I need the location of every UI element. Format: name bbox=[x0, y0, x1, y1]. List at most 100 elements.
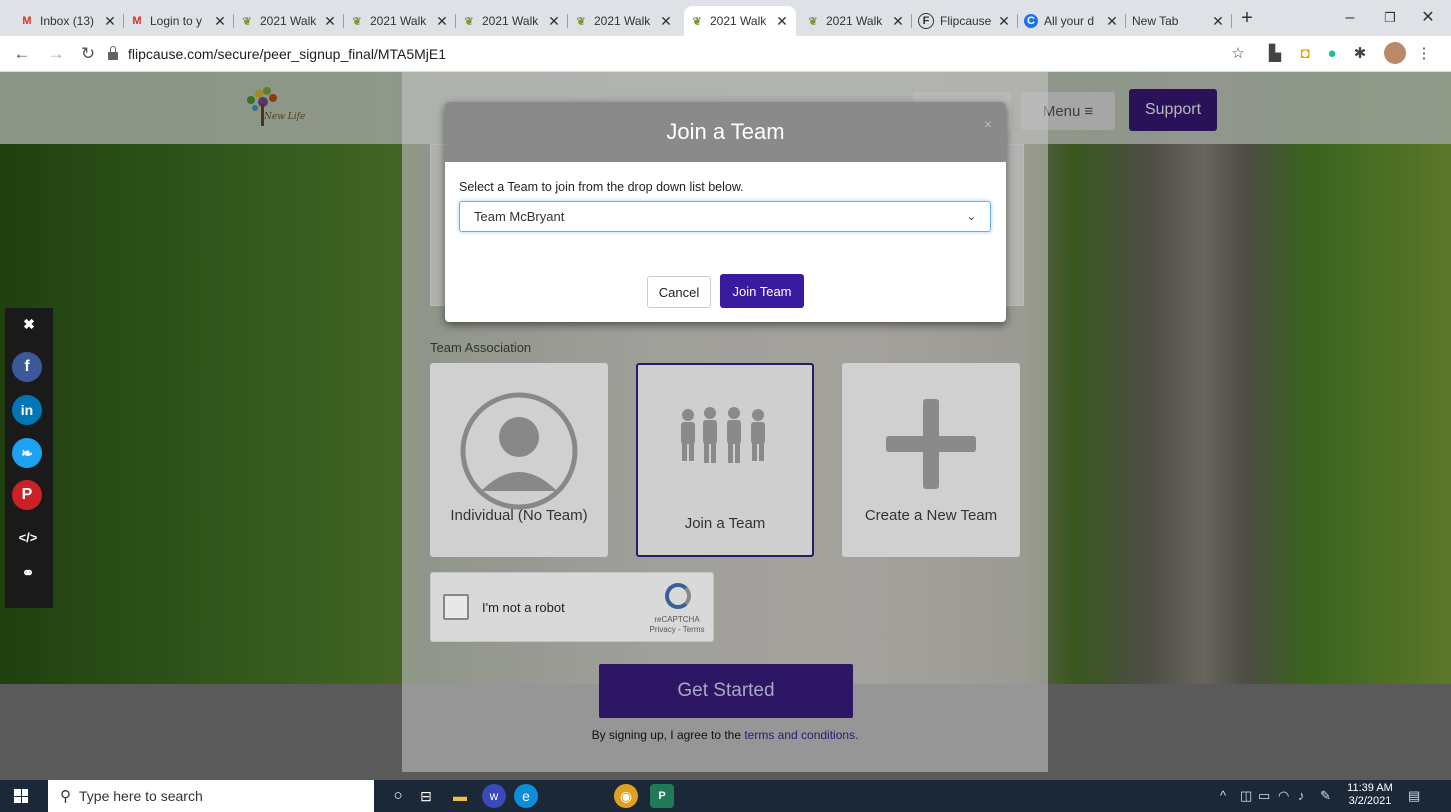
walk-favicon-icon: ❦ bbox=[352, 15, 362, 28]
twitter-icon[interactable]: ❧ bbox=[12, 438, 42, 468]
chevron-up-icon[interactable]: ^ bbox=[1220, 788, 1226, 803]
facebook-icon[interactable]: f bbox=[12, 352, 42, 382]
file-explorer-icon[interactable]: ▬ bbox=[448, 784, 472, 808]
edge-icon[interactable]: e bbox=[514, 784, 538, 808]
pen-icon[interactable]: ✎ bbox=[1320, 788, 1331, 804]
back-arrow-icon[interactable]: ← bbox=[10, 42, 34, 66]
app-w-icon[interactable]: w bbox=[482, 784, 506, 808]
grammarly-icon[interactable]: ● bbox=[1322, 44, 1342, 64]
recaptcha-label: I'm not a robot bbox=[482, 600, 565, 615]
tab-strip: M Inbox (13) ✕ M Login to y ✕ ❦ 2021 Wal… bbox=[0, 0, 1451, 36]
cortana-icon[interactable]: ○ bbox=[386, 784, 410, 808]
window-close-icon[interactable]: ✕ bbox=[1408, 6, 1448, 30]
tab-walk-4[interactable]: ❦ 2021 Walk ✕ bbox=[568, 6, 680, 36]
close-icon[interactable]: ✕ bbox=[774, 13, 790, 30]
minimize-icon[interactable]: – bbox=[1330, 6, 1370, 30]
close-icon[interactable]: ✕ bbox=[212, 13, 228, 30]
tab-title: Flipcause bbox=[940, 14, 992, 28]
tray-app-icon[interactable]: ◫ bbox=[1240, 788, 1252, 804]
terms-agreement: By signing up, I agree to the terms and … bbox=[402, 728, 1048, 742]
team-select[interactable]: Team McBryant ⌄ bbox=[459, 201, 991, 232]
close-icon[interactable]: ✕ bbox=[1104, 13, 1120, 30]
terms-prefix: By signing up, I agree to the bbox=[591, 728, 745, 742]
linkedin-icon[interactable]: in bbox=[12, 395, 42, 425]
chrome-icon[interactable]: ◉ bbox=[614, 784, 638, 808]
option-label: Individual (No Team) bbox=[450, 507, 588, 524]
tab-walk-2[interactable]: ❦ 2021 Walk ✕ bbox=[344, 6, 456, 36]
recaptcha-checkbox[interactable] bbox=[443, 594, 469, 620]
modal-close-icon[interactable]: × bbox=[984, 116, 992, 132]
clock-time: 11:39 AM bbox=[1347, 782, 1393, 794]
close-icon[interactable]: ✕ bbox=[322, 13, 338, 30]
recaptcha-widget: I'm not a robot reCAPTCHA Privacy - Term… bbox=[430, 572, 714, 642]
link-icon[interactable]: ⚭ bbox=[5, 564, 51, 582]
cancel-button[interactable]: Cancel bbox=[647, 276, 711, 308]
bookmark-star-icon[interactable]: ☆ bbox=[1228, 44, 1248, 64]
tab-title: 2021 Walk bbox=[482, 14, 539, 28]
address-bar[interactable]: flipcause.com/secure/peer_signup_final/M… bbox=[108, 41, 1218, 67]
extension-doc-icon[interactable]: ▙ bbox=[1265, 44, 1285, 64]
volume-icon[interactable]: ♪ bbox=[1298, 788, 1305, 803]
chevron-down-icon: ⌄ bbox=[966, 211, 976, 223]
close-icon[interactable]: ✕ bbox=[102, 13, 118, 30]
walk-favicon-icon: ❦ bbox=[692, 15, 702, 28]
close-icon[interactable]: ✕ bbox=[1210, 13, 1226, 30]
close-icon[interactable]: ✖ bbox=[5, 316, 53, 333]
tab-inbox[interactable]: M Inbox (13) ✕ bbox=[14, 6, 124, 36]
forward-arrow-icon[interactable]: → bbox=[44, 42, 68, 66]
chrome-menu-icon[interactable]: ⋮ bbox=[1414, 44, 1434, 64]
reload-icon[interactable]: ↻ bbox=[76, 42, 100, 66]
tab-allyour[interactable]: C All your d ✕ bbox=[1018, 6, 1126, 36]
tab-newtab[interactable]: New Tab ✕ bbox=[1126, 6, 1232, 36]
extension-shopping-icon[interactable]: ◘ bbox=[1295, 44, 1315, 64]
recaptcha-links[interactable]: Privacy - Terms bbox=[649, 625, 705, 635]
close-icon[interactable]: ✕ bbox=[546, 13, 562, 30]
url-text: flipcause.com/secure/peer_signup_final/M… bbox=[128, 46, 447, 62]
extensions-puzzle-icon[interactable]: ✱ bbox=[1350, 44, 1370, 64]
taskbar-search[interactable]: ⚲ Type here to search bbox=[48, 780, 374, 812]
tab-title: 2021 Walk bbox=[710, 14, 767, 28]
get-started-button[interactable]: Get Started bbox=[599, 664, 853, 718]
system-clock[interactable]: 11:39 AM 3/2/2021 bbox=[1345, 782, 1395, 808]
page-viewport: New Life Menu ≡ Support Team Association… bbox=[0, 72, 1451, 780]
close-icon[interactable]: ✕ bbox=[658, 13, 674, 30]
notification-icon[interactable]: ▤ bbox=[1408, 788, 1420, 804]
tab-title: All your d bbox=[1044, 14, 1095, 28]
tab-walk-3[interactable]: ❦ 2021 Walk ✕ bbox=[456, 6, 568, 36]
walk-favicon-icon: ❦ bbox=[808, 15, 818, 28]
profile-avatar[interactable] bbox=[1384, 42, 1406, 64]
terms-link[interactable]: terms and conditions. bbox=[744, 728, 858, 742]
battery-icon[interactable]: ▭ bbox=[1258, 788, 1270, 804]
embed-code-icon[interactable]: </> bbox=[5, 530, 51, 545]
tab-title: Inbox (13) bbox=[40, 14, 95, 28]
tab-title: 2021 Walk bbox=[826, 14, 883, 28]
pinterest-icon[interactable]: P bbox=[12, 480, 42, 510]
gmail-icon: M bbox=[132, 15, 142, 27]
clock-date: 3/2/2021 bbox=[1348, 795, 1392, 807]
tab-walk-6[interactable]: ❦ 2021 Walk ✕ bbox=[800, 6, 912, 36]
modal-title: Join a Team bbox=[666, 119, 785, 144]
close-icon[interactable]: ✕ bbox=[996, 13, 1012, 30]
task-view-icon[interactable]: ⊟ bbox=[414, 784, 438, 808]
tab-flipcause[interactable]: F Flipcause ✕ bbox=[912, 6, 1018, 36]
option-create-team[interactable]: Create a New Team bbox=[842, 363, 1020, 557]
walk-favicon-icon: ❦ bbox=[576, 15, 586, 28]
recaptcha-logo-icon bbox=[665, 583, 691, 609]
new-tab-plus-icon[interactable]: + bbox=[1236, 8, 1258, 30]
browser-toolbar: ← → ↻ flipcause.com/secure/peer_signup_f… bbox=[0, 36, 1451, 72]
tab-walk-1[interactable]: ❦ 2021 Walk ✕ bbox=[234, 6, 344, 36]
modal-header: Join a Team × bbox=[445, 102, 1006, 162]
planner-icon[interactable]: P bbox=[650, 784, 674, 808]
option-label: Create a New Team bbox=[864, 507, 998, 524]
option-individual[interactable]: Individual (No Team) bbox=[430, 363, 608, 557]
tab-walk-active[interactable]: ❦ 2021 Walk ✕ bbox=[684, 6, 796, 36]
wifi-icon[interactable]: ◠ bbox=[1278, 788, 1289, 804]
windows-start-icon[interactable] bbox=[14, 789, 28, 803]
tab-title: 2021 Walk bbox=[260, 14, 317, 28]
option-join-team[interactable]: Join a Team bbox=[636, 363, 814, 557]
join-team-button[interactable]: Join Team bbox=[720, 274, 804, 308]
close-icon[interactable]: ✕ bbox=[434, 13, 450, 30]
close-icon[interactable]: ✕ bbox=[890, 13, 906, 30]
restore-icon[interactable]: ❐ bbox=[1370, 6, 1410, 30]
tab-login[interactable]: M Login to y ✕ bbox=[124, 6, 234, 36]
